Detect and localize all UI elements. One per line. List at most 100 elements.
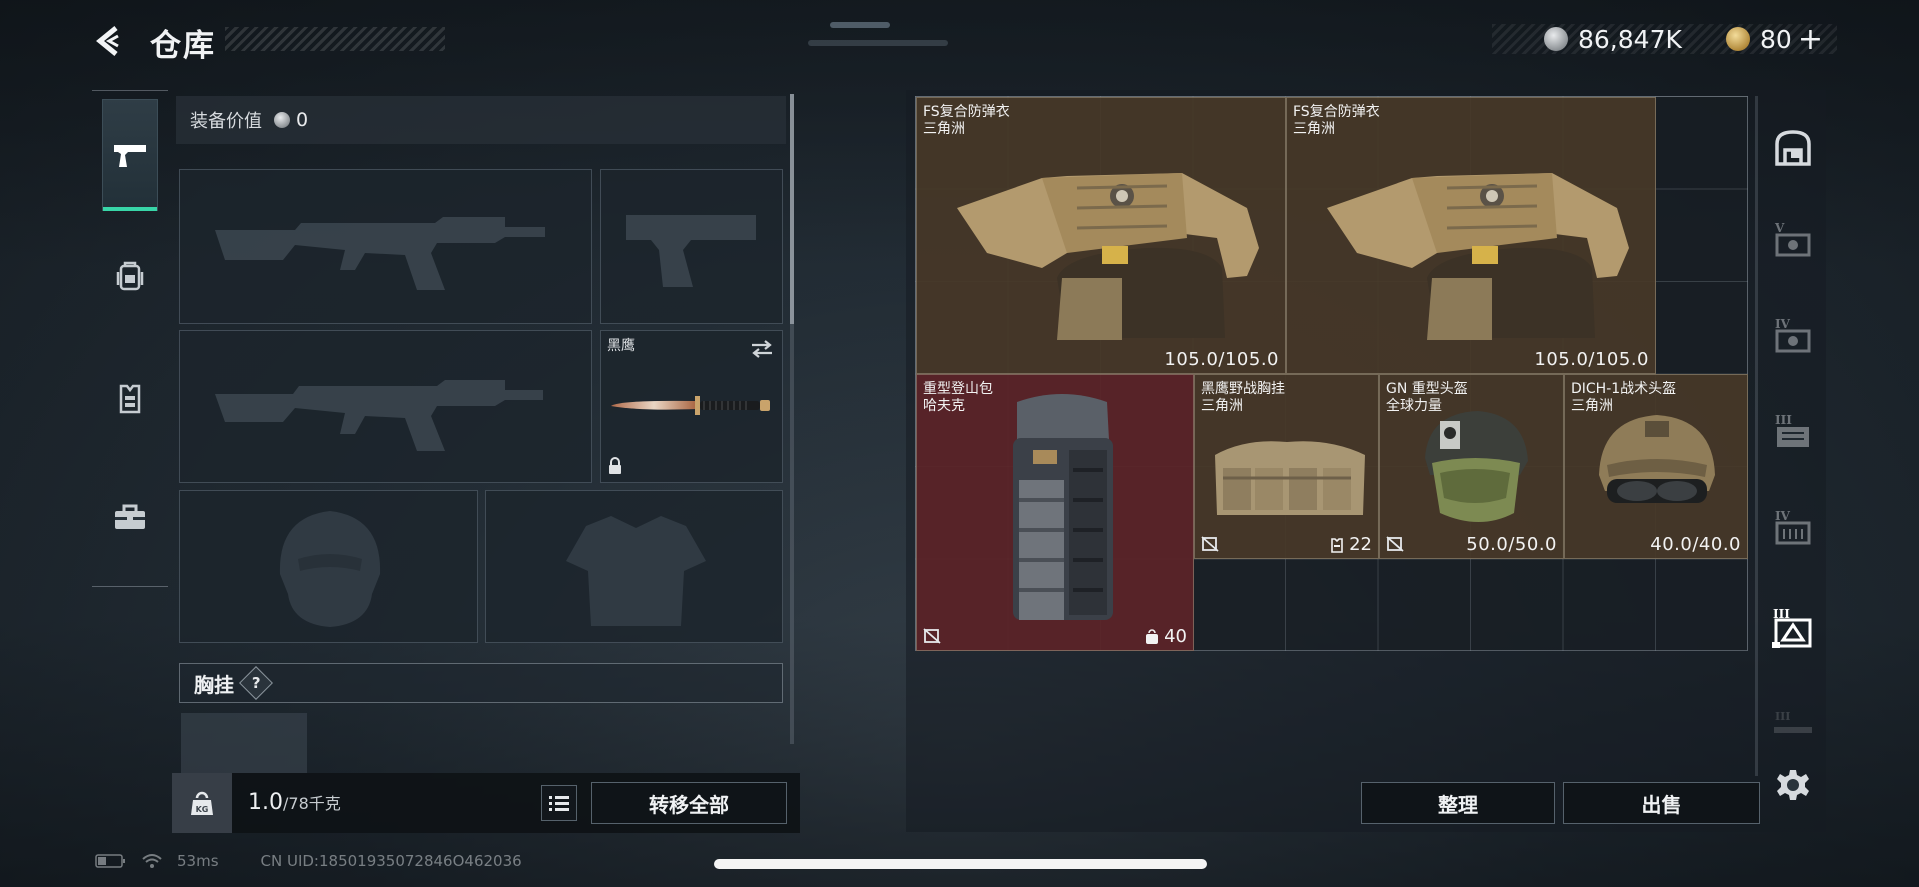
- gold-currency[interactable]: 80 +: [1726, 22, 1823, 57]
- melee-name: 黑鹰: [607, 338, 635, 354]
- home-indicator[interactable]: [714, 859, 1207, 869]
- back-arrow-icon: [96, 26, 119, 56]
- helmet-silhouette-icon: [279, 511, 381, 627]
- backpack-image: [1013, 394, 1113, 620]
- battery-icon: [95, 854, 125, 868]
- tab-tier-iii-armor[interactable]: III: [1760, 598, 1826, 658]
- silver-coin-icon: [274, 112, 290, 128]
- tier-label: IV: [1775, 509, 1791, 523]
- nav-vest[interactable]: [102, 344, 158, 454]
- silver-coin-icon: [1544, 27, 1568, 51]
- item-faction: 三角洲: [1201, 398, 1243, 414]
- gold-amount: 80: [1760, 24, 1792, 54]
- tier-label: III: [1775, 710, 1790, 723]
- no-insure-icon: [1386, 536, 1404, 552]
- kg-label: KG: [196, 805, 209, 814]
- tier-label: IV: [1775, 317, 1791, 331]
- tab-tier-v[interactable]: V: [1760, 210, 1826, 270]
- item-capacity-value: 22: [1349, 534, 1372, 555]
- storage-item-armor[interactable]: FS复合防弹衣 三角洲 105.0/105.0: [916, 97, 1286, 374]
- storage-item-chest-rig[interactable]: 黑鹰野战胸挂 三角洲 22: [1194, 374, 1379, 559]
- nav-weapons[interactable]: [102, 99, 158, 211]
- tier-v-container-icon: V: [1774, 221, 1811, 257]
- back-button[interactable]: [92, 24, 126, 58]
- storage-item-helmet[interactable]: DICH-1战术头盔 三角洲 40.0/40.0: [1564, 374, 1748, 559]
- ceiling-light: [830, 22, 890, 28]
- list-view-button[interactable]: [541, 785, 577, 821]
- item-durability: 40.0/40.0: [1650, 534, 1741, 555]
- armor-image: [957, 173, 1259, 340]
- kettlebell-icon: KG: [191, 791, 213, 815]
- vault-icon: [1775, 130, 1811, 166]
- tab-vault[interactable]: [1760, 118, 1826, 178]
- weight-max: /78千克: [283, 794, 341, 813]
- helmet-image: [1599, 415, 1715, 503]
- tier-iv-container-icon: IV: [1775, 317, 1811, 353]
- sell-button[interactable]: 出售: [1563, 782, 1760, 824]
- left-nav: [92, 90, 168, 587]
- primary-weapon-slot[interactable]: [179, 169, 592, 324]
- item-durability: 50.0/50.0: [1466, 534, 1557, 555]
- title-decoration: [225, 27, 445, 51]
- vest-icon: [119, 384, 141, 414]
- tier-label: III: [1775, 413, 1792, 427]
- armor-silhouette-icon: [566, 516, 706, 626]
- equipment-value-amount: 0: [296, 109, 309, 131]
- pistol-silhouette-icon: [626, 215, 756, 287]
- storage-item-armor[interactable]: FS复合防弹衣 三角洲 105.0/105.0: [1286, 97, 1656, 374]
- helmet-slot[interactable]: [179, 490, 478, 643]
- tab-tier-iii[interactable]: III: [1760, 402, 1826, 462]
- settings-icon: [1777, 770, 1809, 800]
- wifi-icon: [142, 854, 162, 868]
- weight-current: 1.0: [248, 790, 283, 815]
- storage-item-backpack[interactable]: 重型登山包 哈夫克 40: [916, 374, 1194, 651]
- no-insure-icon: [1201, 536, 1219, 552]
- tab-tier-iv-storage[interactable]: IV: [1760, 498, 1826, 558]
- helmet-image: [1425, 411, 1528, 522]
- ping: 53ms: [177, 852, 219, 870]
- item-capacity: 22: [1329, 534, 1372, 555]
- tier-iii-armor-icon: III: [1772, 607, 1812, 648]
- lock-icon: [609, 457, 621, 474]
- weight-icon-box: KG: [172, 773, 232, 833]
- melee-slot[interactable]: 黑鹰: [600, 330, 783, 483]
- tier-iii-container-icon: III: [1775, 413, 1809, 447]
- status-bar: 53ms CN UID:18501935072846O462036: [95, 852, 522, 870]
- help-button[interactable]: ?: [239, 666, 273, 700]
- list-icon: [549, 796, 569, 811]
- tier-label: V: [1774, 221, 1785, 235]
- rifle-silhouette-icon: [215, 380, 543, 451]
- nav-backpack[interactable]: [102, 221, 158, 331]
- settings-button[interactable]: [1762, 755, 1824, 815]
- nav-toolbox[interactable]: [102, 462, 158, 572]
- no-insure-icon: [923, 628, 941, 644]
- sort-button[interactable]: 整理: [1361, 782, 1555, 824]
- transfer-all-button[interactable]: 转移全部: [591, 782, 787, 824]
- help-question-icon: ?: [251, 673, 261, 692]
- ceiling-light: [808, 40, 948, 46]
- armor-slot[interactable]: [485, 490, 783, 643]
- chest-rig-title: 胸挂: [194, 672, 234, 697]
- silver-currency[interactable]: 86,847K: [1544, 22, 1682, 56]
- item-faction: 哈夫克: [923, 398, 965, 414]
- rig-capacity-icon: [1331, 537, 1343, 553]
- tab-tier-iv[interactable]: IV: [1760, 306, 1826, 366]
- storage-tabs-track: [1755, 96, 1758, 776]
- silver-amount: 86,847K: [1578, 24, 1682, 54]
- pistol-icon: [114, 145, 146, 167]
- page-title: 仓库: [150, 28, 216, 64]
- item-capacity: 40: [1144, 626, 1187, 647]
- storage-item-helmet[interactable]: GN 重型头盔 全球力量 50.0/50.0: [1379, 374, 1564, 559]
- gold-coin-icon: [1726, 27, 1750, 51]
- pistol-slot[interactable]: [600, 169, 783, 324]
- gold-add-button[interactable]: +: [1798, 22, 1823, 57]
- tab-tier-iii-weapon[interactable]: III: [1760, 694, 1826, 754]
- chest-rig-section-header: 胸挂 ?: [179, 663, 783, 703]
- equipment-value-bar: 装备价值 0: [176, 96, 786, 144]
- swap-icon[interactable]: [750, 339, 774, 359]
- backpack-icon: [116, 261, 144, 291]
- equipment-scroll-thumb[interactable]: [790, 94, 794, 324]
- secondary-weapon-slot[interactable]: [179, 330, 592, 483]
- chest-rig-slot[interactable]: [181, 713, 307, 773]
- armor-image: [1327, 173, 1629, 340]
